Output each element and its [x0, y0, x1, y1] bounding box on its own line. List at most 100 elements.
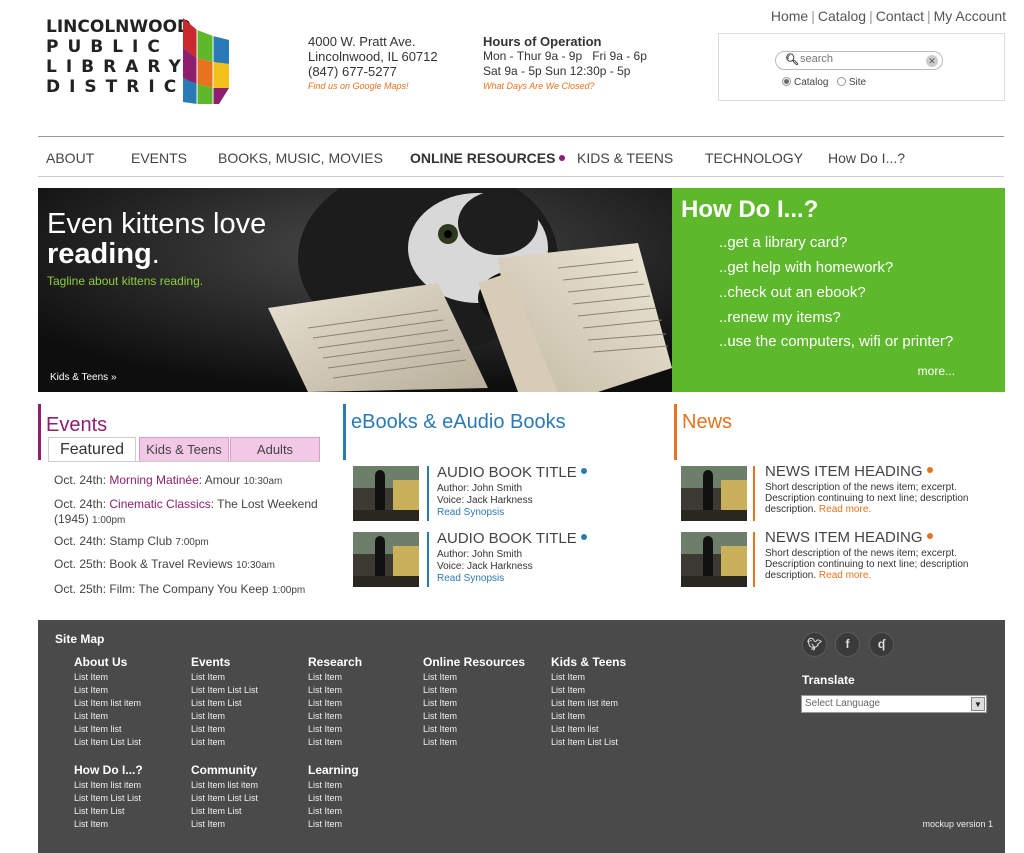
rss-icon[interactable]: ʠ [869, 632, 894, 657]
footer-link[interactable]: List Item [191, 671, 258, 684]
closed-days-link[interactable]: What Days Are We Closed? [483, 79, 647, 94]
footer-link[interactable]: List Item [551, 710, 626, 723]
footer-link[interactable]: List Item [308, 684, 362, 697]
clear-search-icon[interactable]: ✕ [926, 55, 938, 67]
tab-adults[interactable]: Adults [230, 437, 320, 462]
read-synopsis-link[interactable]: Read Synopsis [437, 507, 533, 519]
footer-link[interactable]: List Item [423, 671, 525, 684]
event-item[interactable]: Oct. 25th: Book & Travel Reviews 10:30am [54, 557, 334, 573]
footer-link[interactable]: List Item [423, 710, 525, 723]
footer-link[interactable]: List Item [74, 684, 141, 697]
footer-link[interactable]: List Item [191, 818, 258, 831]
tab-featured[interactable]: Featured [48, 437, 136, 462]
footer-link[interactable]: List Item list item [74, 697, 141, 710]
news-item-image[interactable] [681, 532, 747, 587]
footer-link[interactable]: List Item List [191, 697, 258, 710]
footer-link[interactable]: List Item [308, 779, 359, 792]
footer-link[interactable]: List Item [308, 805, 359, 818]
how-do-i-more-link[interactable]: more... [918, 364, 955, 378]
footer-link[interactable]: List Item [308, 723, 362, 736]
read-more-link[interactable]: Read more. [819, 570, 871, 581]
catalog-link[interactable]: Catalog [818, 8, 866, 24]
search-input[interactable] [800, 53, 910, 65]
search-field[interactable]: 🔍︎ ✕ [775, 51, 943, 70]
footer-column-heading[interactable]: About Us [74, 655, 141, 669]
footer-link[interactable]: List Item [74, 710, 141, 723]
catalog-radio[interactable] [782, 77, 791, 86]
footer-link[interactable]: List Item [551, 671, 626, 684]
footer-link[interactable]: List Item [308, 792, 359, 805]
event-item[interactable]: Oct. 24th: Cinematic Classics: The Lost … [54, 497, 334, 528]
hero-banner[interactable]: Even kittens love reading. Tagline about… [38, 188, 672, 392]
audiobook-title[interactable]: AUDIO BOOK TITLE [437, 530, 587, 547]
footer-link[interactable]: List Item list item [191, 779, 258, 792]
language-select[interactable]: Select Language ▼ [801, 695, 987, 713]
footer-column-heading[interactable]: Online Resources [423, 655, 525, 669]
read-synopsis-link[interactable]: Read Synopsis [437, 573, 533, 585]
event-item[interactable]: Oct. 25th: Film: The Company You Keep 1:… [54, 582, 334, 598]
footer-link[interactable]: List Item List List [551, 736, 626, 749]
library-logo-text[interactable]: LINCOLNWOOD PUBLIC LIBRARY DISTRICT [46, 17, 206, 97]
event-item[interactable]: Oct. 24th: Stamp Club 7:00pm [54, 534, 334, 550]
nav-online-resources[interactable]: ONLINE RESOURCES [410, 150, 566, 166]
footer-link[interactable]: List Item [423, 684, 525, 697]
how-do-i-item[interactable]: ..get a library card? [719, 234, 847, 251]
footer-link[interactable]: List Item [74, 818, 143, 831]
how-do-i-item[interactable]: ..check out an ebook? [719, 284, 866, 301]
hero-category-link[interactable]: Kids & Teens » [50, 372, 117, 383]
footer-link[interactable]: List Item List List [191, 684, 258, 697]
footer-link[interactable]: List Item [191, 710, 258, 723]
home-link[interactable]: Home [771, 8, 808, 24]
contact-link[interactable]: Contact [876, 8, 924, 24]
footer-link[interactable]: List Item [191, 723, 258, 736]
news-heading[interactable]: NEWS ITEM HEADING [765, 463, 933, 480]
footer-link[interactable]: List Item List List [74, 736, 141, 749]
footer-column-heading[interactable]: Research [308, 655, 362, 669]
footer-link[interactable]: List Item [551, 684, 626, 697]
nav-how-do-i[interactable]: How Do I...? [828, 150, 905, 166]
footer-link[interactable]: List Item [308, 671, 362, 684]
nav-events[interactable]: EVENTS [131, 150, 187, 166]
footer-link[interactable]: List Item list item [74, 779, 143, 792]
footer-column-heading[interactable]: Events [191, 655, 258, 669]
google-maps-link[interactable]: Find us on Google Maps! [308, 79, 438, 94]
footer-link[interactable]: List Item List List [74, 792, 143, 805]
footer-link[interactable]: List Item List [191, 805, 258, 818]
footer-link[interactable]: List Item list [551, 723, 626, 736]
footer-link[interactable]: List Item List [74, 805, 143, 818]
footer-link[interactable]: List Item [308, 710, 362, 723]
tab-kids-teens[interactable]: Kids & Teens [139, 437, 229, 462]
footer-column-heading[interactable]: Learning [308, 763, 359, 777]
twitter-icon[interactable]: 🐦︎ [802, 632, 827, 657]
facebook-icon[interactable]: f [835, 632, 860, 657]
footer-link[interactable]: List Item [423, 723, 525, 736]
footer-link[interactable]: List Item List List [191, 792, 258, 805]
footer-link[interactable]: List Item list [74, 723, 141, 736]
footer-link[interactable]: List Item [308, 697, 362, 710]
dropdown-arrow-icon[interactable]: ▼ [971, 697, 985, 711]
event-series-link[interactable]: Cinematic Classics [109, 497, 210, 511]
footer-column-heading[interactable]: Community [191, 763, 258, 777]
nav-kids-teens[interactable]: KIDS & TEENS [577, 150, 673, 166]
news-heading[interactable]: NEWS ITEM HEADING [765, 529, 933, 546]
audiobook-title[interactable]: AUDIO BOOK TITLE [437, 464, 587, 481]
nav-technology[interactable]: TECHNOLOGY [705, 150, 803, 166]
how-do-i-item[interactable]: ..get help with homework? [719, 259, 893, 276]
footer-link[interactable]: List Item [423, 697, 525, 710]
footer-link[interactable]: List Item [308, 736, 362, 749]
how-do-i-item[interactable]: ..renew my items? [719, 309, 841, 326]
footer-link[interactable]: List Item [308, 818, 359, 831]
nav-about[interactable]: ABOUT [46, 150, 94, 166]
footer-link[interactable]: List Item [191, 736, 258, 749]
event-series-link[interactable]: Morning Matinée [109, 473, 198, 487]
news-item-image[interactable] [681, 466, 747, 521]
footer-link[interactable]: List Item [423, 736, 525, 749]
footer-column-heading[interactable]: Kids & Teens [551, 655, 626, 669]
audiobook-cover-image[interactable] [353, 532, 419, 587]
how-do-i-item[interactable]: ..use the computers, wifi or printer? [719, 333, 953, 350]
nav-books-music-movies[interactable]: BOOKS, MUSIC, MOVIES [218, 150, 383, 166]
footer-link[interactable]: List Item [74, 671, 141, 684]
event-item[interactable]: Oct. 24th: Morning Matinée: Amour 10:30a… [54, 473, 334, 489]
footer-column-heading[interactable]: How Do I...? [74, 763, 143, 777]
read-more-link[interactable]: Read more. [819, 504, 871, 515]
